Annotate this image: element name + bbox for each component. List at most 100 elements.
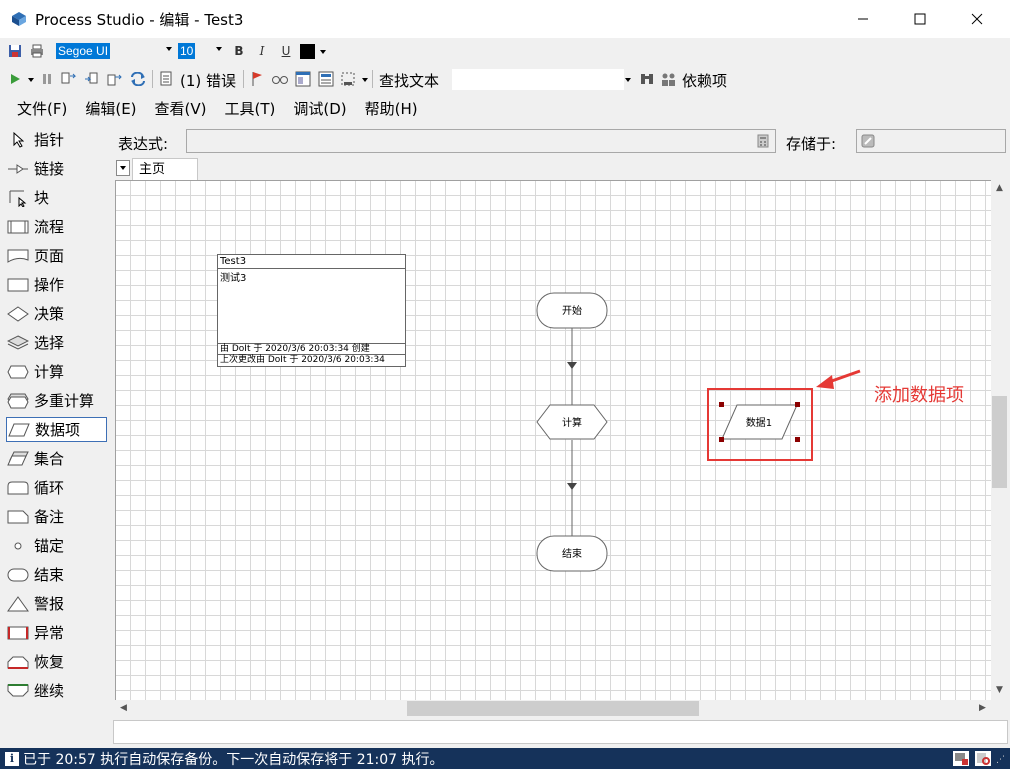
errors-icon-button[interactable] xyxy=(157,70,175,88)
resize-handle[interactable] xyxy=(795,402,800,407)
view-toggle-button[interactable] xyxy=(294,70,312,88)
palette-item-end[interactable]: 结束 xyxy=(6,562,107,587)
horizontal-scrollbar[interactable]: ◀ ▶ xyxy=(115,700,991,717)
palette-item-note[interactable]: 备注 xyxy=(6,504,107,529)
palette-item-data-item[interactable]: 数据项 xyxy=(6,417,107,442)
arrow-down-icon xyxy=(567,483,577,490)
find-text-label: 查找文本 xyxy=(379,72,440,90)
palette-item-resume[interactable]: 继续 xyxy=(6,678,107,703)
menu-tools[interactable]: 工具(T) xyxy=(216,94,285,124)
chevron-down-icon[interactable] xyxy=(320,50,326,54)
save-button[interactable] xyxy=(6,42,24,60)
palette-item-collection[interactable]: 集合 xyxy=(6,446,107,471)
menu-debug[interactable]: 调试(D) xyxy=(284,94,355,124)
bold-button[interactable]: B xyxy=(231,42,247,60)
palette-item-label: 多重计算 xyxy=(34,392,95,410)
step-button[interactable] xyxy=(60,70,78,88)
font-size-combo[interactable]: 10 xyxy=(178,41,224,61)
step-out-button[interactable] xyxy=(106,70,124,88)
status-tool-icon[interactable] xyxy=(953,751,969,766)
resize-handle[interactable] xyxy=(719,437,724,442)
scroll-down-icon[interactable]: ▼ xyxy=(991,682,1008,699)
italic-button[interactable]: I xyxy=(254,42,270,60)
store-in-input[interactable] xyxy=(856,129,1006,153)
menu-help[interactable]: 帮助(H) xyxy=(356,94,427,124)
chevron-down-icon[interactable] xyxy=(625,78,631,82)
breakpoint-button[interactable] xyxy=(248,70,266,88)
process-canvas[interactable]: Test3 测试3 由 DoIt 于 2020/3/6 20:03:34 创建 … xyxy=(115,180,991,700)
palette-item-multi-calculation[interactable]: 多重计算 xyxy=(6,388,107,413)
scroll-right-icon[interactable]: ▶ xyxy=(974,700,991,717)
step-over-button[interactable] xyxy=(83,70,101,88)
maximize-button[interactable] xyxy=(897,0,943,38)
chevron-down-icon xyxy=(120,166,126,170)
chevron-down-icon[interactable] xyxy=(362,78,368,82)
action-icon xyxy=(6,276,30,294)
expression-input[interactable] xyxy=(186,129,776,153)
scroll-up-icon[interactable]: ▲ xyxy=(991,180,1008,197)
calculator-icon xyxy=(757,134,769,148)
palette-item-link[interactable]: 链接 xyxy=(6,156,107,181)
stage-data-item[interactable]: 数据1 xyxy=(719,402,800,442)
stage-calculation[interactable]: 计算 xyxy=(536,404,608,440)
calculation-icon xyxy=(6,363,30,381)
reset-button[interactable] xyxy=(129,70,147,88)
grid-toggle-button[interactable] xyxy=(317,70,335,88)
menu-view[interactable]: 查看(V) xyxy=(146,94,216,124)
palette-item-block[interactable]: 块 xyxy=(6,185,107,210)
stage-start[interactable]: 开始 xyxy=(536,292,608,329)
menu-edit[interactable]: 编辑(E) xyxy=(76,94,145,124)
collection-icon xyxy=(6,450,30,468)
errors-button[interactable]: (1) 错误 xyxy=(180,70,236,91)
info-icon: i xyxy=(5,751,19,766)
dependencies-button[interactable]: 依赖项 xyxy=(682,70,727,91)
horizontal-scroll-thumb[interactable] xyxy=(407,701,699,716)
palette-item-page[interactable]: 页面 xyxy=(6,243,107,268)
calculator-button[interactable] xyxy=(754,132,772,150)
select-area-button[interactable] xyxy=(339,70,357,88)
font-name-combo[interactable]: Segoe UI xyxy=(56,41,174,61)
palette-item-decision[interactable]: 决策 xyxy=(6,301,107,326)
vertical-scrollbar[interactable]: ▲ ▼ xyxy=(991,180,1008,700)
underline-button[interactable]: U xyxy=(278,42,294,60)
multi-calculation-icon xyxy=(6,392,30,410)
find-button[interactable] xyxy=(638,70,656,88)
text-color-button[interactable] xyxy=(298,42,316,60)
close-icon xyxy=(971,13,983,25)
palette-item-exception[interactable]: 异常 xyxy=(6,620,107,645)
chevron-down-icon[interactable] xyxy=(28,78,34,82)
scroll-left-icon[interactable]: ◀ xyxy=(115,700,132,717)
find-text-input[interactable] xyxy=(452,69,624,90)
print-button[interactable] xyxy=(28,42,46,60)
palette-item-process[interactable]: 流程 xyxy=(6,214,107,239)
palette-item-pointer[interactable]: 指针 xyxy=(6,127,107,152)
status-message: 已于 20:57 执行自动保存备份。下一次自动保存将于 21:07 执行。 xyxy=(23,751,444,768)
palette-item-anchor[interactable]: 锚定 xyxy=(6,533,107,558)
text-color-swatch xyxy=(299,43,315,59)
decision-icon xyxy=(6,305,30,323)
alert-icon xyxy=(6,595,30,613)
palette-item-action[interactable]: 操作 xyxy=(6,272,107,297)
resize-grip-icon[interactable]: ⋰ xyxy=(996,755,1005,765)
watch-button[interactable] xyxy=(271,70,289,88)
close-button[interactable] xyxy=(954,0,1000,38)
status-tool-icon[interactable] xyxy=(975,751,991,766)
tab-list-button[interactable] xyxy=(116,160,130,176)
vertical-scroll-thumb[interactable] xyxy=(992,396,1007,488)
run-button[interactable] xyxy=(6,70,24,88)
palette-item-loop[interactable]: 循环 xyxy=(6,475,107,500)
palette-item-calculation[interactable]: 计算 xyxy=(6,359,107,384)
palette-item-recover[interactable]: 恢复 xyxy=(6,649,107,674)
pause-button[interactable] xyxy=(38,70,56,88)
resize-handle[interactable] xyxy=(795,437,800,442)
choice-icon xyxy=(6,334,30,352)
palette-item-choice[interactable]: 选择 xyxy=(6,330,107,355)
palette-item-label: 继续 xyxy=(34,682,65,700)
palette-item-alert[interactable]: 警报 xyxy=(6,591,107,616)
resize-handle[interactable] xyxy=(719,402,724,407)
palette-item-label: 锚定 xyxy=(34,537,65,555)
minimize-button[interactable] xyxy=(840,0,886,38)
menu-file[interactable]: 文件(F) xyxy=(8,94,76,124)
tab-main-page[interactable]: 主页 xyxy=(132,158,198,180)
stage-end[interactable]: 结束 xyxy=(536,535,608,572)
